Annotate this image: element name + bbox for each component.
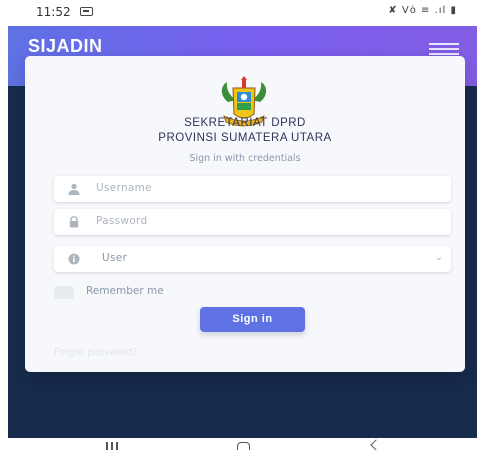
login-card: SEKRETARIAT DPRD PROVINSI SUMATERA UTARA… (25, 56, 465, 372)
status-time: 11:52 (36, 5, 71, 19)
hamburger-menu-icon[interactable] (429, 43, 459, 57)
remember-me-checkbox[interactable] (54, 286, 74, 299)
notification-icon (80, 7, 93, 16)
sign-in-button[interactable]: Sign in (200, 307, 305, 332)
lock-icon (69, 216, 79, 228)
recent-apps-icon[interactable] (106, 442, 120, 450)
brand-title: SIJADIN (28, 36, 103, 56)
username-field[interactable]: Username (54, 176, 451, 202)
username-placeholder: Username (96, 182, 152, 194)
back-icon[interactable] (370, 439, 382, 450)
system-nav-bar (0, 438, 485, 450)
password-placeholder: Password (96, 215, 148, 227)
role-selected-value: User (102, 252, 128, 264)
remember-me-label: Remember me (86, 285, 164, 297)
chevron-down-icon: ⌄ (434, 252, 443, 263)
status-bar: 11:52 ✘ Vȯ ≡ .ıl ▮ (0, 0, 485, 26)
org-name-line-1: SEKRETARIAT DPRD (184, 117, 306, 129)
signin-caption: Sign in with credentials (189, 153, 301, 164)
role-select[interactable]: User ⌄ (54, 246, 451, 272)
status-indicators: ✘ Vȯ ≡ .ıl ▮ (388, 5, 457, 16)
password-field[interactable]: Password (54, 209, 451, 235)
forgot-password-link[interactable]: Forgot password? (54, 347, 137, 358)
user-icon (68, 183, 80, 195)
info-icon (68, 253, 80, 265)
home-icon[interactable] (237, 442, 250, 450)
org-name-line-2: PROVINSI SUMATERA UTARA (158, 132, 332, 144)
